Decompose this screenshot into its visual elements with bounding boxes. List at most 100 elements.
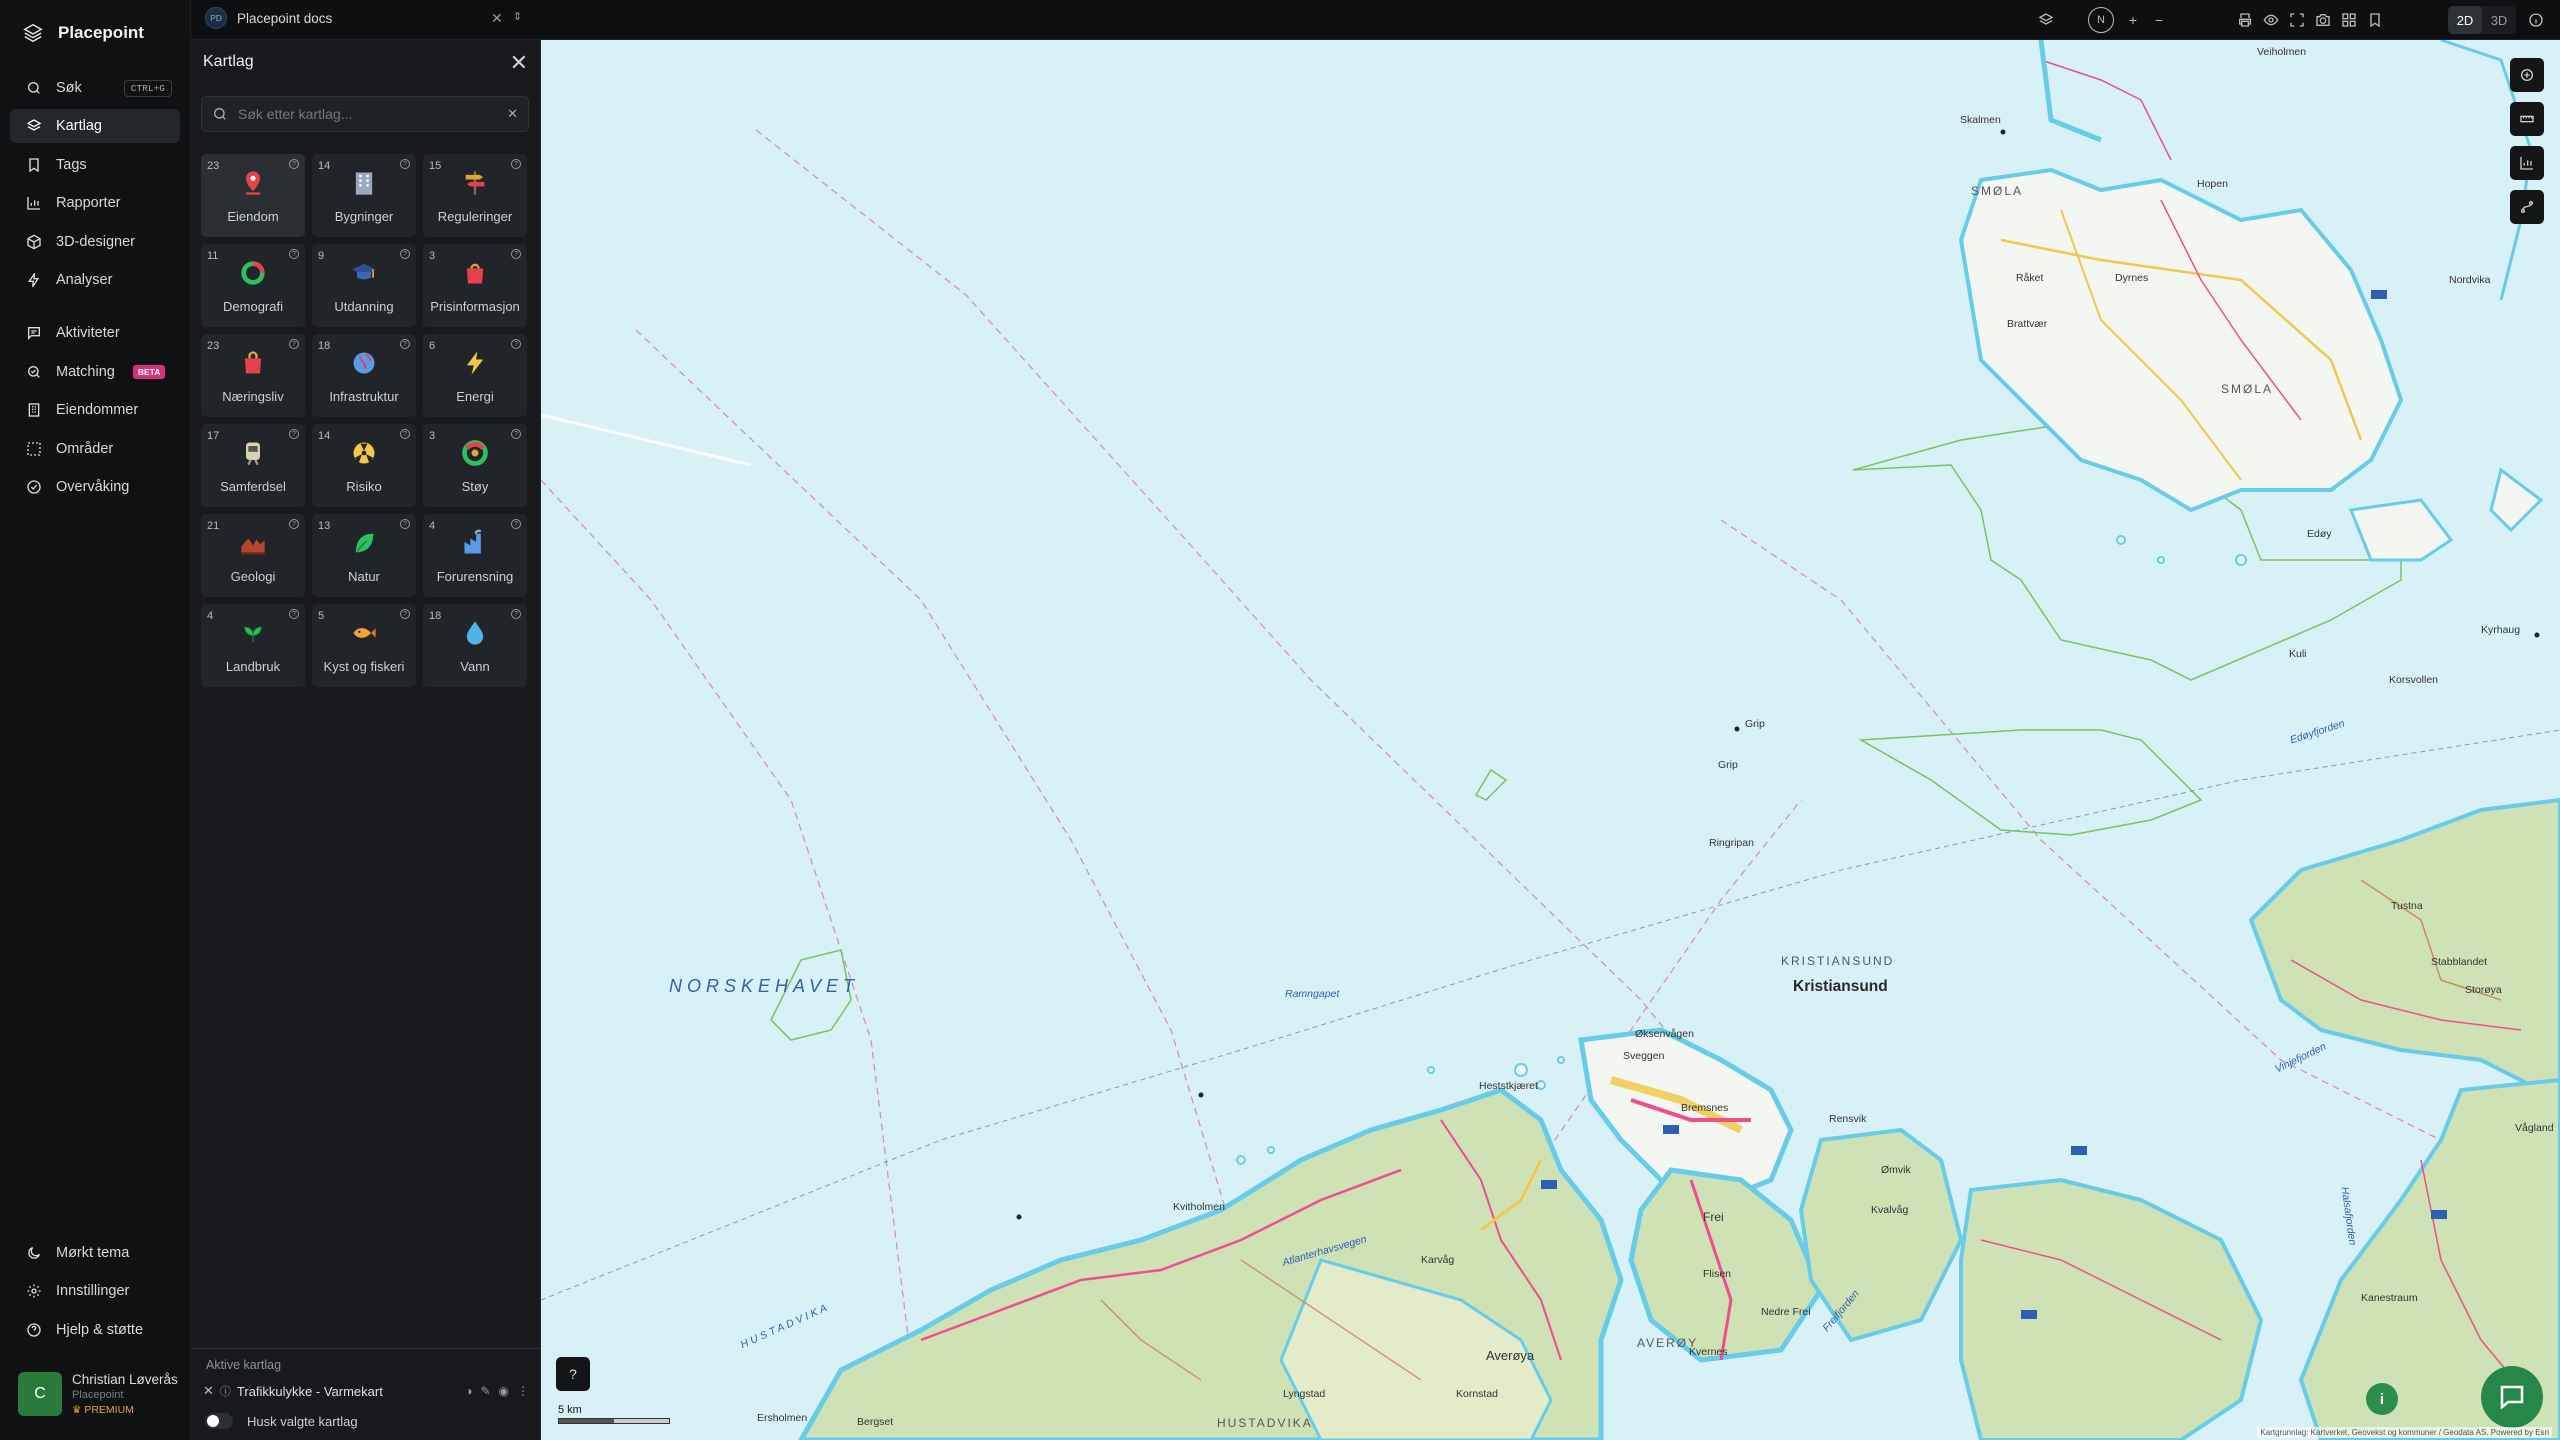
category-tile-demografi[interactable]: 11? Demografi [201,244,305,327]
close-doc-icon[interactable]: ✕ [491,10,503,27]
nav-item-matching[interactable]: Matching BETA [10,355,180,389]
category-tile-energi[interactable]: 6? Energi [423,334,527,417]
category-tile-landbruk[interactable]: 4? Landbruk [201,604,305,687]
nav-item-3d-designer[interactable]: 3D-designer [10,225,180,259]
nav-item-tags[interactable]: Tags [10,148,180,182]
category-info-icon[interactable]: ? [289,339,299,349]
map-tool-route[interactable] [2510,190,2544,224]
layer-info-icon[interactable]: ⓘ [220,1383,231,1399]
info-icon[interactable] [2525,9,2547,31]
category-info-icon[interactable]: ? [511,249,521,259]
grid-icon[interactable] [2338,9,2360,31]
layer-search-input[interactable] [238,106,498,122]
terrain-icon [238,528,268,558]
more-icon[interactable]: ⋮ [517,1384,529,1398]
camera-icon[interactable] [2312,9,2334,31]
nav-item-omrader[interactable]: Områder [10,432,180,466]
nav-label: Tags [56,157,87,173]
category-info-icon[interactable]: ? [400,609,410,619]
close-panel-icon[interactable]: ✕ [510,50,528,76]
category-info-icon[interactable]: ? [289,159,299,169]
category-tile-næringsliv[interactable]: 23? Næringsliv [201,334,305,417]
map-tool-measure[interactable] [2510,102,2544,136]
map-tool-chart[interactable] [2510,146,2544,180]
category-tile-natur[interactable]: 13? Natur [312,514,416,597]
category-info-icon[interactable]: ? [511,429,521,439]
category-tile-eiendom[interactable]: 23? Eiendom [201,154,305,237]
nav-item-aktiviteter[interactable]: Aktiviteter [10,316,180,350]
category-tile-infrastruktur[interactable]: 18? Infrastruktur [312,334,416,417]
active-layer-row[interactable]: ✕ ⓘ Trafikkulykke - Varmekart ◑ ✎ ◉ ⋮ [203,1383,529,1399]
zoom-out-icon[interactable]: − [2148,9,2170,31]
nav-item-analyser[interactable]: Analyser [10,263,180,297]
category-info-icon[interactable]: ? [511,159,521,169]
category-tile-utdanning[interactable]: 9? Utdanning [312,244,416,327]
visibility-icon[interactable]: ◉ [499,1384,509,1398]
category-info-icon[interactable]: ? [400,339,410,349]
compass-label: N [2097,14,2105,26]
map-label-tustna: Tustna [2391,900,2423,912]
nav-item-kartlag[interactable]: Kartlag [10,109,180,143]
nav-item-settings[interactable]: Innstillinger [10,1274,180,1308]
layers-stack-icon[interactable] [2035,9,2057,31]
brand[interactable]: Placepoint [22,22,144,44]
fullscreen-icon[interactable] [2286,9,2308,31]
category-info-icon[interactable]: ? [511,519,521,529]
opacity-icon[interactable]: ◑ [465,1384,472,1398]
category-tile-vann[interactable]: 18? Vann [423,604,527,687]
category-tile-kyst-og-fiskeri[interactable]: 5? Kyst og fiskeri [312,604,416,687]
edit-icon[interactable]: ✎ [480,1384,490,1398]
active-layers-title: Aktive kartlag [206,1358,282,1372]
map-label-hopen: Hopen [2197,178,2228,190]
category-info-icon[interactable]: ? [289,609,299,619]
category-tile-geologi[interactable]: 21? Geologi [201,514,305,597]
map-label-sea: NORSKEHAVET [669,976,860,996]
compass-button[interactable]: N [2088,7,2114,33]
category-info-icon[interactable]: ? [511,609,521,619]
zoom-in-icon[interactable]: + [2122,9,2144,31]
map-info-button[interactable]: i [2366,1383,2398,1415]
category-count: 5 [318,610,325,622]
category-info-icon[interactable]: ? [400,249,410,259]
category-tile-reguleringer[interactable]: 15? Reguleringer [423,154,527,237]
chevron-updown-icon[interactable]: ⇕ [513,10,522,23]
nav-item-dark-theme[interactable]: Mørkt tema [10,1236,180,1270]
nav-item-rapporter[interactable]: Rapporter [10,186,180,220]
category-info-icon[interactable]: ? [400,429,410,439]
bookmark-icon[interactable] [2364,9,2386,31]
category-count: 3 [429,250,436,262]
category-info-icon[interactable]: ? [289,519,299,529]
map-label-nedre-frei: Nedre Frei [1761,1306,1811,1318]
nav-item-sok[interactable]: Søk CTRL+G [10,71,180,105]
view-2d-button[interactable]: 2D [2448,6,2482,34]
search-icon [214,108,226,120]
map-tool-draw[interactable] [2510,58,2544,92]
document-tab[interactable]: PD Placepoint docs [205,7,332,29]
category-info-icon[interactable]: ? [511,339,521,349]
nav-item-overvaking[interactable]: Overvåking [10,470,180,504]
nav-item-eiendommer[interactable]: Eiendommer [10,393,180,427]
category-tile-prisinformasjon[interactable]: 3? Prisinformasjon [423,244,527,327]
help-map-button[interactable]: ? [556,1357,590,1391]
category-tile-bygninger[interactable]: 14? Bygninger [312,154,416,237]
map-canvas[interactable]: NORSKEHAVET KRISTIANSUND Kristiansund SM… [541,40,2560,1440]
category-tile-risiko[interactable]: 14? Risiko [312,424,416,507]
chat-support-button[interactable] [2481,1366,2543,1428]
radiation-icon [349,438,379,468]
eye-icon[interactable] [2260,9,2282,31]
category-tile-støy[interactable]: 3? Støy [423,424,527,507]
remember-toggle[interactable] [205,1413,233,1429]
category-info-icon[interactable]: ? [289,429,299,439]
category-info-icon[interactable]: ? [400,519,410,529]
category-tile-forurensning[interactable]: 4? Forurensning [423,514,527,597]
remove-layer-icon[interactable]: ✕ [203,1383,214,1399]
view-3d-button[interactable]: 3D [2482,6,2516,34]
clear-search-icon[interactable]: ✕ [507,106,518,122]
category-tile-samferdsel[interactable]: 17? Samferdsel [201,424,305,507]
signpost-icon [460,168,490,198]
category-info-icon[interactable]: ? [289,249,299,259]
nav-item-help[interactable]: Hjelp & støtte [10,1313,180,1347]
print-icon[interactable] [2234,9,2256,31]
user-profile[interactable]: C Christian Løverås Placepoint ♛ PREMIUM [18,1372,178,1416]
category-info-icon[interactable]: ? [400,159,410,169]
